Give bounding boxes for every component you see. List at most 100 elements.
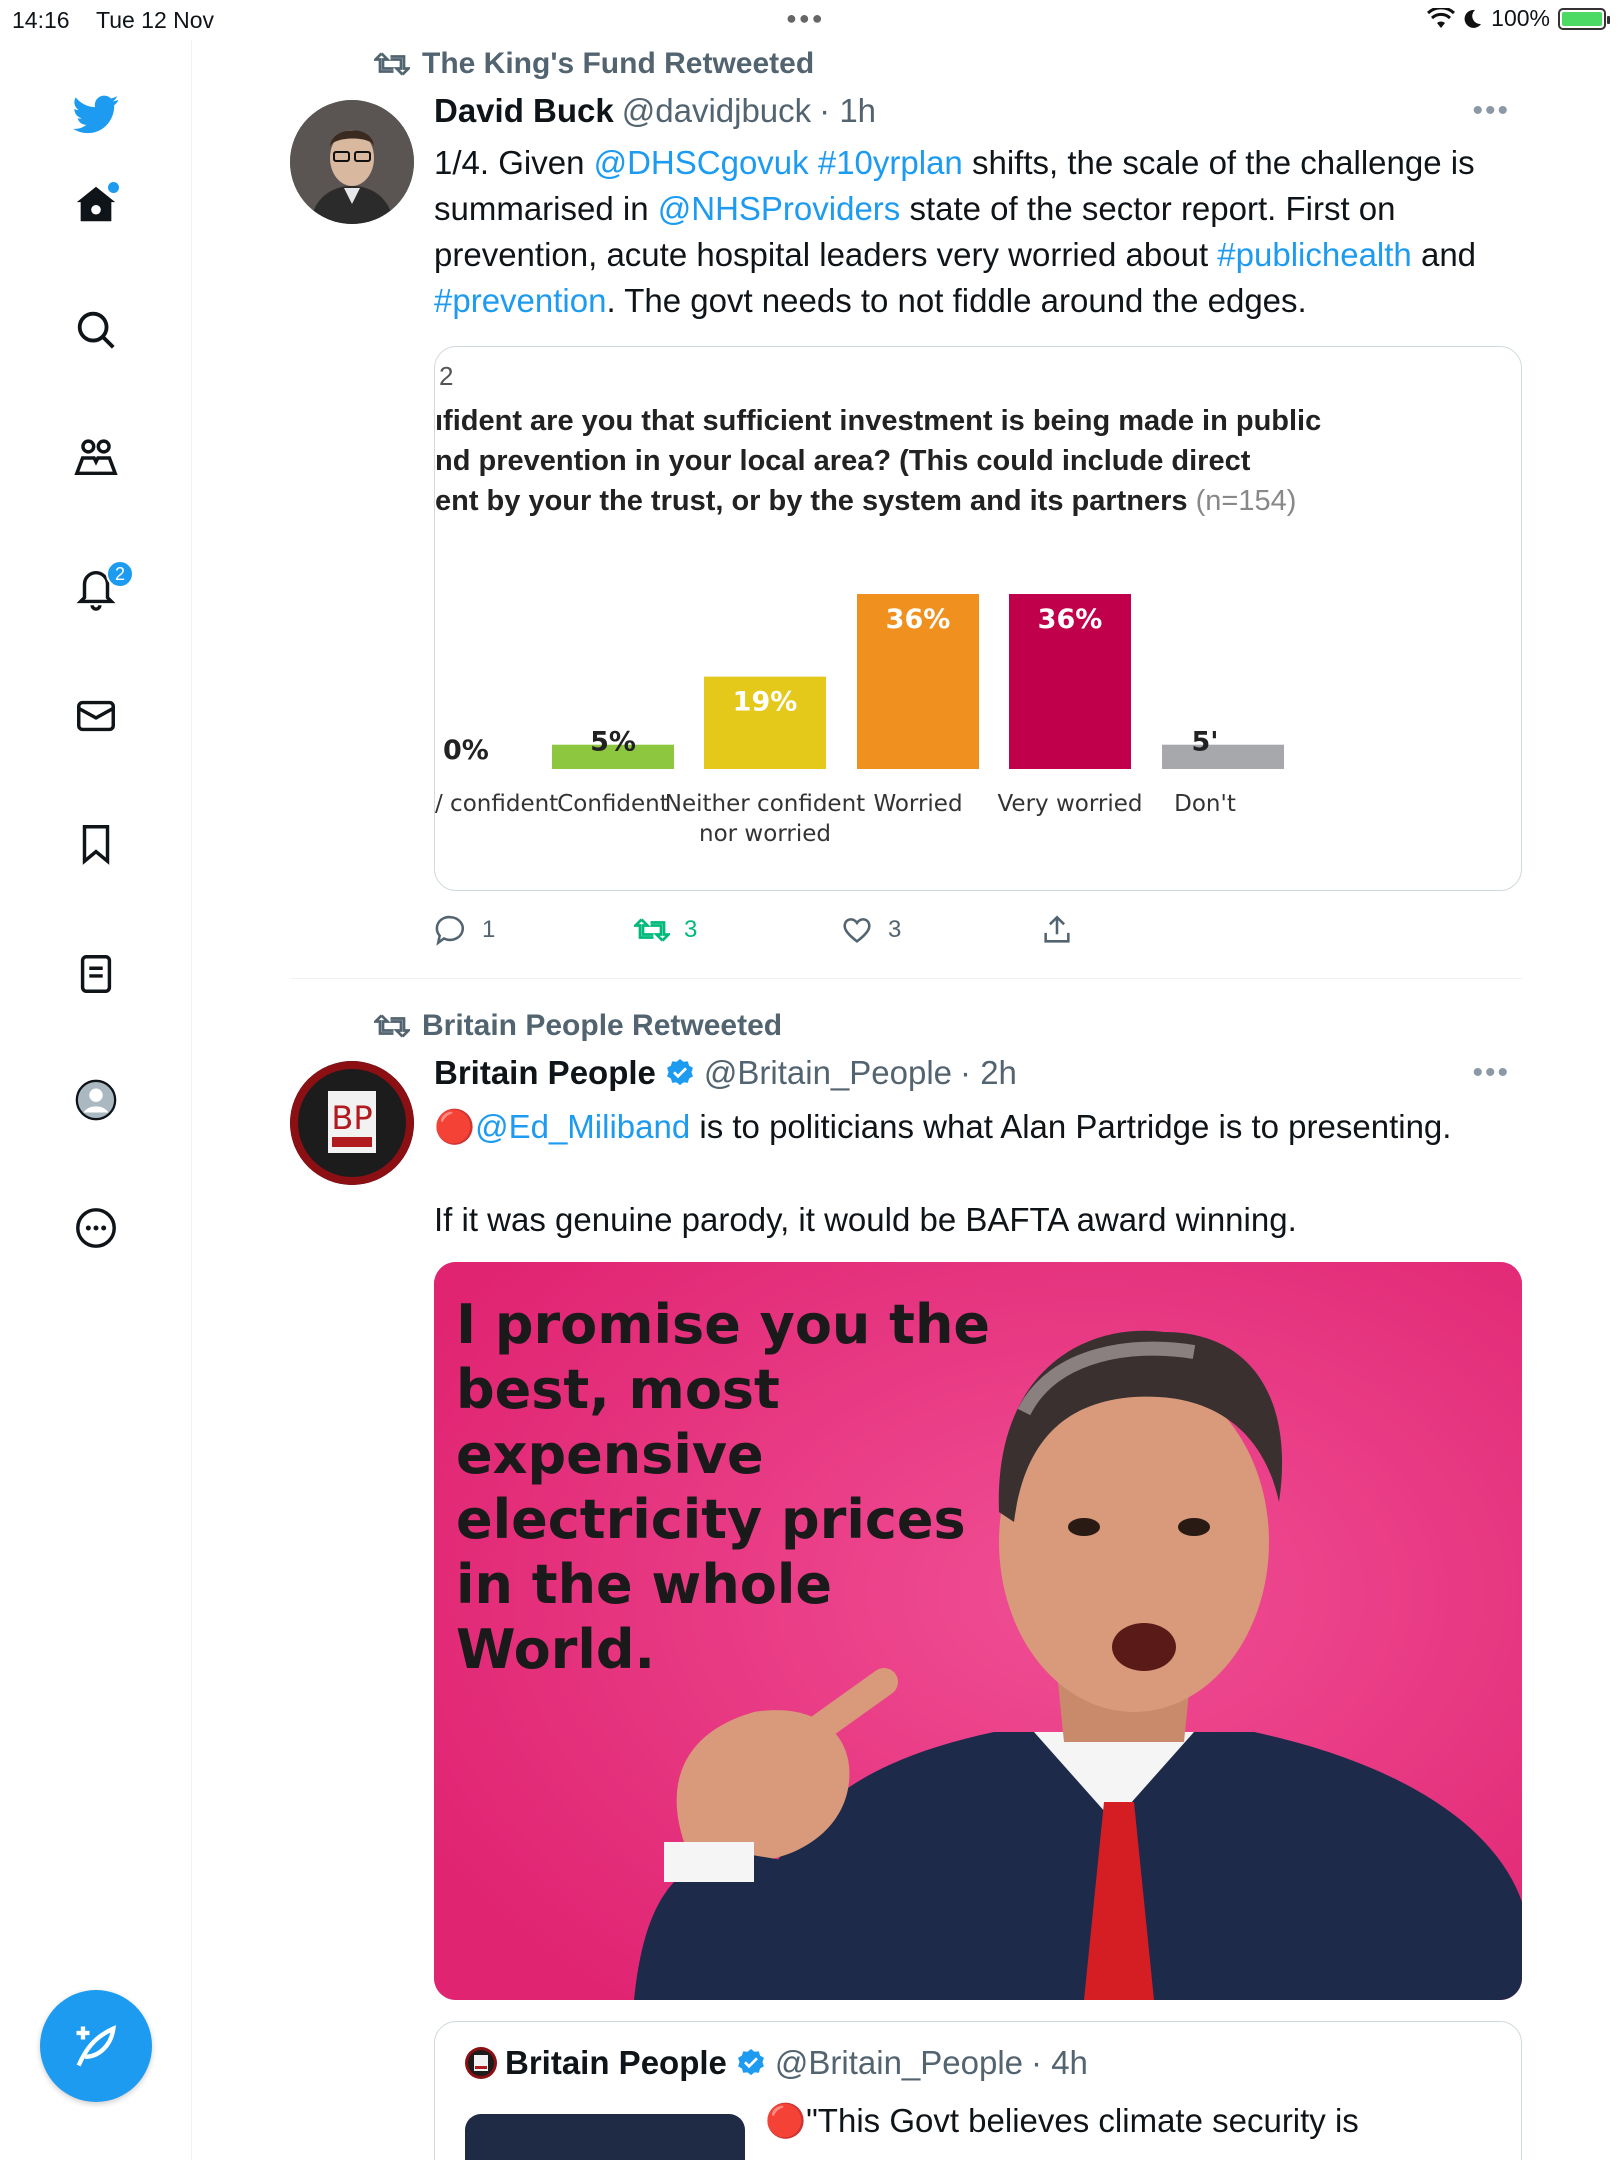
battery-fill (1562, 11, 1602, 26)
chart-value-label: 0% (443, 735, 489, 766)
share-icon (1044, 915, 1070, 943)
tweet-text-segment: . The govt needs to not fiddle around th… (606, 282, 1307, 319)
quoted-avatar-icon (465, 2047, 497, 2079)
retweet-icon (374, 52, 410, 76)
tweet-header: David Buck @davidjbuck · 1h (434, 92, 876, 130)
avatar[interactable] (290, 100, 414, 224)
profile-nav[interactable] (66, 1070, 126, 1130)
notifications-badge: 2 (106, 560, 134, 588)
search-nav[interactable] (66, 300, 126, 360)
david-buck-avatar-image (290, 100, 414, 224)
profile-avatar-icon (75, 1079, 117, 1121)
chart-value-label: 36% (886, 604, 951, 635)
retweet-count: 3 (684, 916, 698, 943)
multitasking-dots[interactable]: ●●● (786, 8, 825, 29)
chart-value-label: 5' (1191, 727, 1218, 758)
lists-icon (80, 955, 112, 993)
retweeted-by: The King's Fund Retweeted (422, 47, 815, 80)
more-nav[interactable] (66, 1198, 126, 1258)
hashtag-or-mention-link[interactable]: #10yrplan (818, 144, 963, 181)
author-name[interactable]: David Buck (434, 92, 614, 130)
quoted-tweet-time: · 4h (1031, 2044, 1088, 2081)
share-button[interactable] (1040, 913, 1074, 947)
chart-category-label: / confident (435, 791, 558, 817)
bookmarks-nav[interactable] (66, 814, 126, 874)
quoted-author-handle: @Britain_People (774, 2044, 1024, 2081)
bookmark-icon (82, 825, 110, 865)
quoted-tweet-text: 🔴"This Govt believes climate security is (765, 2102, 1359, 2139)
status-time: 14:16 (12, 7, 70, 33)
retweet-context[interactable]: The King's Fund Retweeted (374, 44, 814, 84)
chart-value-label: 5% (590, 727, 636, 758)
verified-badge-icon (737, 2049, 764, 2076)
heart-icon (843, 918, 871, 943)
author-handle[interactable]: @Britain_People (704, 1054, 952, 1092)
search-icon (77, 311, 115, 349)
like-count: 3 (888, 916, 902, 943)
retweet-icon (374, 1014, 410, 1038)
author-name[interactable]: Britain People (434, 1054, 656, 1092)
hashtag-or-mention-link[interactable]: #prevention (434, 282, 606, 319)
tweet-more-button[interactable]: ••• (1472, 94, 1510, 128)
retweet-button[interactable]: 3 (634, 915, 697, 945)
compose-tweet-button[interactable] (40, 1990, 152, 2102)
messages-nav[interactable] (66, 686, 126, 746)
quoted-tweet[interactable]: Britain People @Britain_People · 4h 🔴"Th… (434, 2021, 1522, 2160)
battery-icon (1558, 7, 1610, 30)
status-bar: 14:16 Tue 12 Nov ●●● 100% (0, 0, 1620, 40)
status-right: 100% (1427, 5, 1610, 32)
quoted-author-name: Britain People (505, 2044, 727, 2081)
chart-category-label: nor worried (699, 821, 831, 847)
tweet-time[interactable]: · 1h (819, 92, 876, 130)
retweet-icon (634, 918, 670, 942)
tweet-text-segment: is to politicians what Alan Partridge is… (690, 1108, 1452, 1145)
tweet-header: Britain People @Britain_People · 2h (434, 1054, 1017, 1092)
chart-category-label: Worried (873, 791, 962, 817)
lists-nav[interactable] (66, 944, 126, 1004)
communities-icon (74, 439, 118, 476)
moon-icon (1464, 9, 1482, 28)
hashtag-or-mention-link[interactable]: #publichealth (1217, 236, 1412, 273)
quoted-media-thumbnail (465, 2114, 745, 2160)
twitter-logo-icon[interactable] (66, 84, 126, 144)
avatar[interactable]: BP (290, 1061, 414, 1185)
chart-bar (1162, 744, 1284, 769)
compose-feather-icon (76, 2025, 116, 2067)
mention-link[interactable]: @Ed_Miliband (475, 1108, 690, 1145)
chart-value-label: 36% (1038, 604, 1103, 635)
tweet-text: 🔴@Ed_Miliband is to politicians what Ala… (434, 1104, 1520, 1150)
britain-people-logo-icon: BP (290, 1061, 414, 1185)
author-handle[interactable]: @davidjbuck (622, 92, 811, 130)
hashtag-or-mention-link[interactable]: @NHSProviders (658, 190, 901, 227)
tweet-actions: 1 3 3 (434, 908, 1334, 952)
red-circle-emoji: 🔴 (434, 1108, 476, 1145)
notifications-nav[interactable]: 2 (66, 558, 134, 618)
wifi-icon (1427, 7, 1456, 28)
avatar-logo-text: BP (331, 1099, 372, 1137)
home-nav[interactable] (66, 174, 126, 234)
tweet-text-segment (809, 144, 818, 181)
retweeted-by: Britain People Retweeted (422, 1009, 783, 1042)
chart-category-label: Don't (1174, 791, 1236, 817)
chart-image[interactable]: 2 ıfident are you that sufficient invest… (434, 346, 1522, 891)
more-circle-icon (76, 1208, 116, 1248)
tweet-text-segment: 1/4. Given (434, 144, 594, 181)
tweet-time[interactable]: · 2h (960, 1054, 1017, 1092)
quoted-tweet-header: Britain People @Britain_People · 4h (465, 2044, 1088, 2082)
tweet-text-segment: and (1411, 236, 1477, 273)
communities-nav[interactable] (66, 428, 126, 488)
like-button[interactable]: 3 (840, 913, 901, 947)
chart-value-label: 19% (733, 687, 798, 718)
hashtag-or-mention-link[interactable]: @DHSCgovuk (594, 144, 809, 181)
meme-caption: I promise you the best, most expensive e… (456, 1293, 991, 1681)
retweet-context[interactable]: Britain People Retweeted (374, 1006, 782, 1046)
sidebar: 2 (0, 40, 192, 2160)
tweet-more-button[interactable]: ••• (1472, 1056, 1510, 1090)
reply-count: 1 (482, 916, 496, 943)
tweet-divider (290, 978, 1522, 979)
chart-category-label: Very worried (997, 791, 1142, 817)
status-date: Tue 12 Nov (96, 7, 215, 33)
bar-chart: 0% / confident 5% Confident 19% Neither confi… (435, 594, 1284, 847)
tweet-image[interactable]: I promise you the best, most expensive e… (434, 1262, 1522, 2000)
reply-button[interactable]: 1 (434, 913, 495, 947)
